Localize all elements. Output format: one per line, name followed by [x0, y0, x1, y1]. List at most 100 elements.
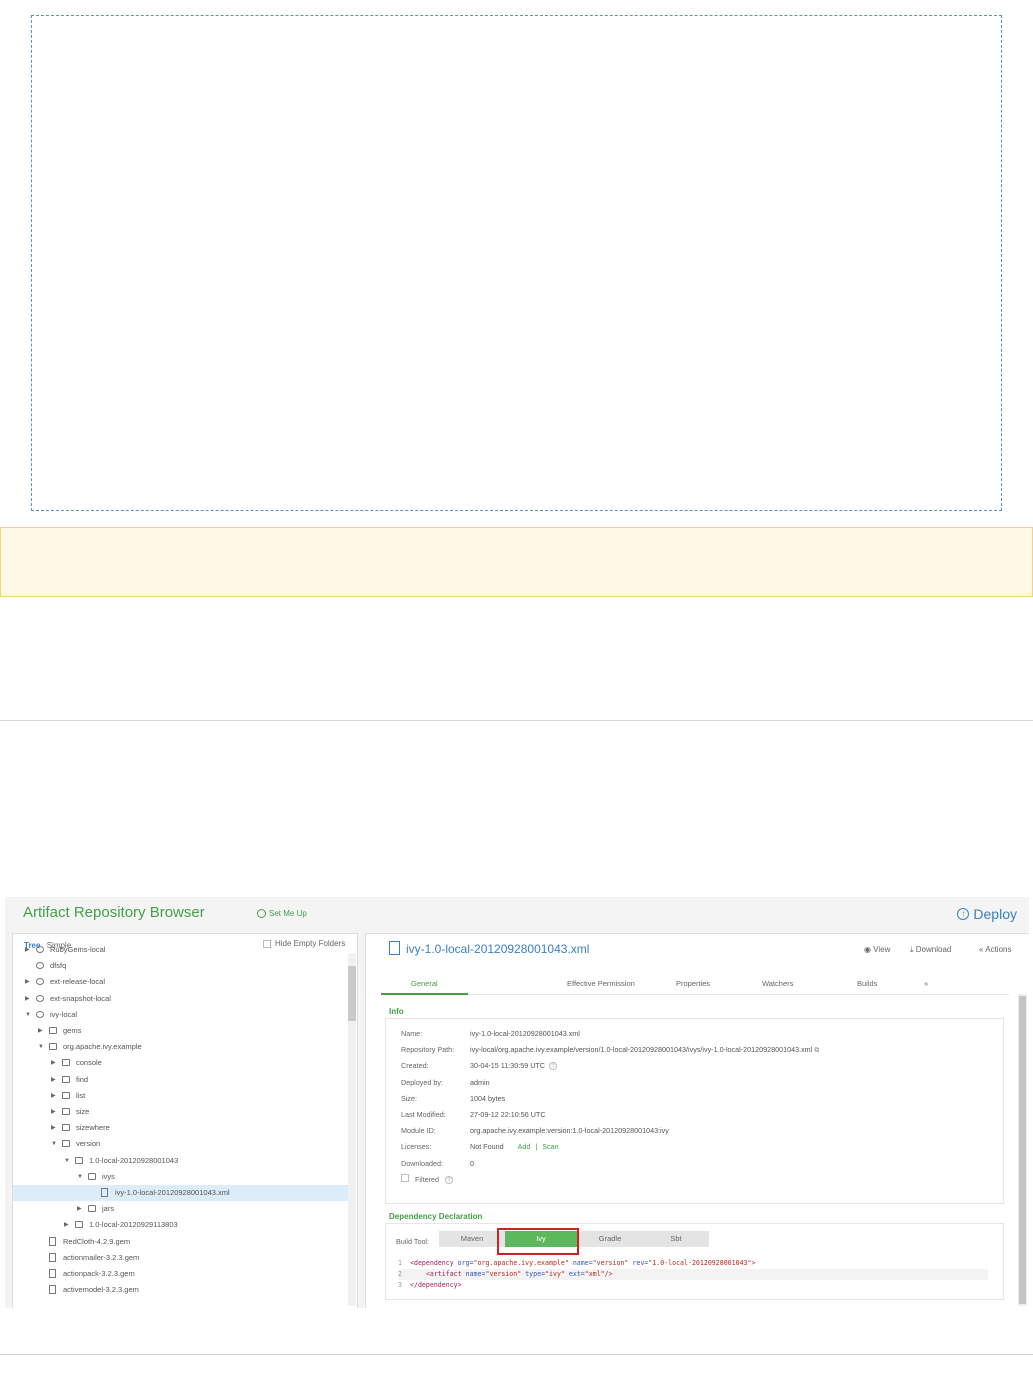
build-tool-label: Build Tool:: [396, 1237, 430, 1246]
deploy-label: Deploy: [973, 906, 1017, 922]
repo-icon: [36, 1010, 44, 1018]
caret-right-icon[interactable]: ▶: [51, 1120, 56, 1136]
deploy-button[interactable]: ↑ Deploy: [957, 906, 1017, 922]
repo-icon: [36, 994, 44, 1002]
tree-node[interactable]: RedCloth-4.2.9.gem: [13, 1234, 348, 1250]
copy-icon[interactable]: ⧉: [812, 1045, 819, 1054]
tab-properties[interactable]: Properties: [676, 979, 710, 988]
caret-down-icon[interactable]: ▼: [38, 1039, 44, 1055]
tree-node[interactable]: actionmailer-3.2.3.gem: [13, 1250, 348, 1266]
caret-right-icon[interactable]: ▶: [25, 942, 30, 958]
tree-node[interactable]: ▶ jars: [13, 1201, 348, 1217]
tab-general[interactable]: General: [411, 979, 438, 988]
file-icon: [101, 1188, 108, 1197]
info-key: Name:: [401, 1029, 423, 1038]
caret-down-icon[interactable]: ▼: [51, 1136, 57, 1152]
folder-icon: [62, 1124, 70, 1132]
detail-scrollbar-thumb[interactable]: [1019, 996, 1026, 1304]
info-key: Deployed by:: [401, 1077, 443, 1087]
repo-icon: [36, 946, 44, 953]
caret-down-icon[interactable]: ▼: [64, 1153, 70, 1169]
detail-tabs: General Effective Permission Properties …: [381, 974, 1009, 995]
tree-node[interactable]: ▶ list: [13, 1088, 348, 1104]
caret-right-icon[interactable]: ▶: [25, 991, 30, 1007]
tree-node[interactable]: ▶ find: [13, 1072, 348, 1088]
tree-node-label: 1.0-local-20120928001043: [89, 1155, 179, 1165]
tree-node[interactable]: ▶ RubyGems-local: [13, 942, 348, 958]
tree-node[interactable]: ivy-1.0-local-20120928001043.xml: [13, 1185, 348, 1201]
info-value: 0: [470, 1158, 474, 1168]
help-icon[interactable]: ?: [548, 1062, 557, 1071]
set-me-up-icon: [257, 909, 266, 918]
tree-node-label: org.apache.ivy.example: [63, 1042, 142, 1052]
tree-node[interactable]: ▶ size: [13, 1104, 348, 1120]
tab-watchers[interactable]: Watchers: [762, 979, 793, 988]
tree-node[interactable]: ▶ 1.0-local-20120929113803: [13, 1217, 348, 1233]
tree-node[interactable]: activemodel-3.2.3.gem: [13, 1282, 348, 1298]
tree-node[interactable]: ▼ ivys: [13, 1169, 348, 1185]
tree-node-label: ivys: [102, 1171, 115, 1181]
download-button[interactable]: ⤓ Download: [910, 945, 951, 955]
info-value: 27-09-12 22:10:56 UTC: [470, 1110, 546, 1119]
set-me-up-label: Set Me Up: [269, 909, 307, 918]
info-key: Created:: [401, 1061, 429, 1071]
file-icon: [49, 1252, 56, 1262]
build-tool-gradle[interactable]: Gradle: [577, 1231, 643, 1247]
add-license-link[interactable]: Add: [518, 1142, 531, 1151]
caret-down-icon[interactable]: ▼: [77, 1169, 83, 1185]
repo-icon: [36, 978, 44, 986]
tree-node-label: ext-snapshot-local: [50, 993, 111, 1003]
tree-node[interactable]: ▼ org.apache.ivy.example: [13, 1039, 348, 1055]
tree-node[interactable]: dfsfq: [13, 958, 348, 974]
folder-icon: [62, 1075, 70, 1083]
info-key: Downloaded:: [401, 1158, 443, 1168]
tree-node[interactable]: ▶ console: [13, 1055, 348, 1071]
tab-builds[interactable]: Builds: [857, 979, 877, 988]
tree-scrollbar-thumb[interactable]: [348, 966, 356, 1021]
tab-effective-permission[interactable]: Effective Permission: [567, 979, 635, 988]
tree-node-label: ivy-local: [50, 1009, 78, 1019]
tree-node[interactable]: ▶ sizewhere: [13, 1120, 348, 1136]
caret-right-icon[interactable]: ▶: [51, 1088, 56, 1104]
tree-node[interactable]: ▼ version: [13, 1136, 348, 1152]
filtered-checkbox[interactable]: [401, 1174, 409, 1182]
code-line: 3 </dependency>: [398, 1281, 462, 1289]
caret-right-icon[interactable]: ▶: [25, 974, 30, 990]
tree-node[interactable]: actionpack-3.2.3.gem: [13, 1266, 348, 1282]
caret-right-icon[interactable]: ▶: [77, 1201, 82, 1217]
caret-right-icon[interactable]: ▶: [51, 1072, 56, 1088]
tree-node-label: 1.0-local-20120929113803: [89, 1220, 178, 1230]
caret-right-icon[interactable]: ▶: [38, 1023, 43, 1039]
tree-node[interactable]: ▶ gems: [13, 1023, 348, 1039]
caret-right-icon[interactable]: ▶: [64, 1217, 69, 1233]
tree-node[interactable]: ▶ ext-release-local: [13, 974, 348, 990]
build-tool-sbt[interactable]: Sbt: [643, 1231, 709, 1247]
tree-node-label: ext-release-local: [50, 977, 106, 987]
caret-down-icon[interactable]: ▼: [25, 1007, 31, 1023]
embed-placeholder: [31, 15, 1002, 511]
notice-panel: [0, 527, 1033, 597]
divider: [0, 720, 1033, 721]
caret-right-icon[interactable]: ▶: [51, 1104, 56, 1120]
tree-node[interactable]: ▼ 1.0-local-20120928001043: [13, 1153, 348, 1169]
help-icon[interactable]: ?: [444, 1176, 453, 1185]
info-section-title: Info: [389, 1007, 404, 1016]
active-tab-indicator: [381, 993, 468, 995]
more-tabs-icon[interactable]: »: [924, 979, 928, 988]
artifact-title: ivy-1.0-local-20120928001043.xml: [406, 942, 590, 956]
tree-node[interactable]: ▶ ext-snapshot-local: [13, 991, 348, 1007]
set-me-up-link[interactable]: Set Me Up: [257, 909, 307, 918]
caret-right-icon[interactable]: ▶: [51, 1055, 56, 1071]
tree-node-label: actionpack-3.2.3.gem: [63, 1269, 135, 1278]
upload-icon: ↑: [957, 908, 970, 920]
scan-license-link[interactable]: Scan: [542, 1142, 558, 1151]
view-button[interactable]: ◉ View: [864, 945, 890, 954]
info-row: Created: 30-04-15 11:30:59 UTC?: [401, 1061, 557, 1071]
actions-menu[interactable]: « Actions: [979, 945, 1011, 954]
tree-node[interactable]: ▼ ivy-local: [13, 1007, 348, 1023]
tree-node-label: activemodel-3.2.3.gem: [63, 1285, 139, 1295]
tree-node-label: version: [76, 1139, 101, 1149]
build-tool-maven[interactable]: Maven: [439, 1231, 505, 1247]
info-row: Repository Path: ivy-local/org.apache.ivy…: [401, 1045, 819, 1055]
dependency-code[interactable]: 1 <dependency org="org.apache.ivy.example…: [398, 1258, 988, 1291]
